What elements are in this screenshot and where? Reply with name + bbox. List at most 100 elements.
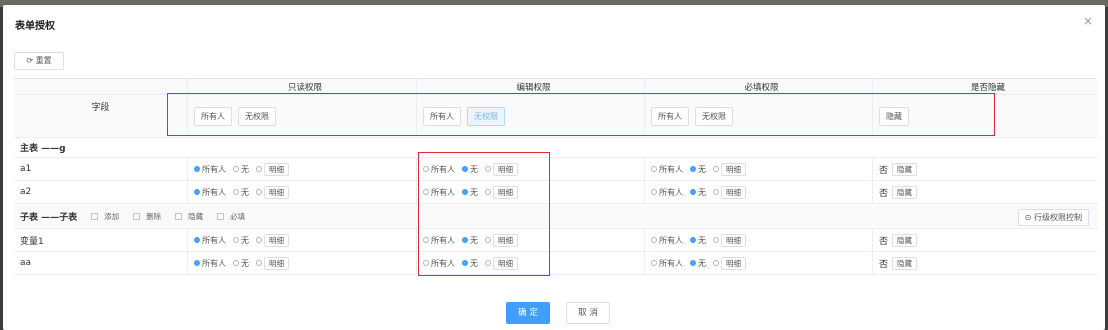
required-radio-all[interactable]: 所有人 xyxy=(651,187,683,198)
readonly-radio-all[interactable]: 所有人 xyxy=(194,187,226,198)
edit-radio-detail[interactable]: 明细 xyxy=(485,162,518,176)
readonly-none-button[interactable]: 无权限 xyxy=(238,106,276,126)
dialog-title: 表单授权 xyxy=(15,21,55,32)
required-radio-none[interactable]: 无 xyxy=(690,164,706,175)
radio-icon xyxy=(651,260,657,266)
sub-hidden-checkbox[interactable]: 隐藏 xyxy=(175,211,203,222)
radio-icon xyxy=(194,189,200,195)
edit-radio-detail[interactable]: 明细 xyxy=(485,185,518,199)
radio-label: 无 xyxy=(698,164,706,174)
hidden-all-button[interactable]: 隐藏 xyxy=(879,106,909,126)
readonly-radio-none[interactable]: 无 xyxy=(233,164,249,175)
readonly-radio-detail[interactable]: 明细 xyxy=(256,233,289,247)
sub-group-cell: 子表 ——子表 添加 删除 隐藏 必填 ⊙ 行级权限控制 xyxy=(14,204,1097,228)
hide-button[interactable]: 隐藏 xyxy=(892,233,918,247)
row-permission-button[interactable]: ⊙ 行级权限控制 xyxy=(1017,209,1089,226)
detail-button[interactable]: 明细 xyxy=(264,256,289,270)
detail-button[interactable]: 明细 xyxy=(264,185,289,199)
edit-radio-all[interactable]: 所有人 xyxy=(423,187,455,198)
edit-radio-detail[interactable]: 明细 xyxy=(485,233,518,247)
required-radio-detail[interactable]: 明细 xyxy=(713,162,746,176)
detail-button[interactable]: 明细 xyxy=(493,185,518,199)
field-name: 变量1 xyxy=(20,236,44,247)
sub-required-checkbox[interactable]: 必填 xyxy=(217,211,245,222)
hide-button[interactable]: 隐藏 xyxy=(892,256,918,270)
required-radio-none[interactable]: 无 xyxy=(690,258,706,269)
edit-radio-none[interactable]: 无 xyxy=(462,164,478,175)
radio-label: 所有人 xyxy=(202,235,226,245)
edit-radio-all[interactable]: 所有人 xyxy=(423,235,455,246)
required-all-button[interactable]: 所有人 xyxy=(651,106,689,126)
hide-button[interactable]: 隐藏 xyxy=(892,162,918,176)
sub-add-checkbox[interactable]: 添加 xyxy=(91,211,119,222)
detail-button[interactable]: 明细 xyxy=(721,233,746,247)
column-header-readonly: 只读权限 xyxy=(287,82,322,93)
form-authorization-dialog: 表单授权 × ⟳ 重置 只读权限 编辑权限 必填权限 是否隐藏 字段 所有人 无… xyxy=(3,5,1105,330)
required-radio-none[interactable]: 无 xyxy=(690,187,706,198)
edit-radio-none[interactable]: 无 xyxy=(462,258,478,269)
sub-group-label: 子表 ——子表 xyxy=(20,212,78,223)
sub-delete-checkbox[interactable]: 删除 xyxy=(133,211,161,222)
readonly-radio-all[interactable]: 所有人 xyxy=(194,164,226,175)
hidden-cell: 否 隐藏 xyxy=(872,158,1097,180)
radio-icon xyxy=(423,166,429,172)
required-radio-all[interactable]: 所有人 xyxy=(651,258,683,269)
radio-icon xyxy=(485,189,491,195)
column-header-hidden: 是否隐藏 xyxy=(970,82,1005,93)
detail-button[interactable]: 明细 xyxy=(493,162,518,176)
radio-icon xyxy=(651,166,657,172)
required-radio-detail[interactable]: 明细 xyxy=(713,185,746,199)
required-none-button[interactable]: 无权限 xyxy=(695,106,733,126)
required-radio-none[interactable]: 无 xyxy=(690,235,706,246)
readonly-radio-none[interactable]: 无 xyxy=(233,258,249,269)
hide-button[interactable]: 隐藏 xyxy=(892,185,918,199)
permission-table: 只读权限 编辑权限 必填权限 是否隐藏 字段 所有人 无权限 所有人 无权限 所… xyxy=(14,78,1097,275)
readonly-radio-detail[interactable]: 明细 xyxy=(256,256,289,270)
header-required-cell: 必填权限 xyxy=(644,79,872,94)
readonly-all-button[interactable]: 所有人 xyxy=(194,106,232,126)
readonly-radio-detail[interactable]: 明细 xyxy=(256,185,289,199)
close-icon[interactable]: × xyxy=(1083,14,1093,28)
checkbox-icon xyxy=(91,212,99,220)
radio-icon xyxy=(690,166,696,172)
radio-icon xyxy=(233,166,239,172)
edit-radio-all[interactable]: 所有人 xyxy=(423,164,455,175)
edit-radio-none[interactable]: 无 xyxy=(462,187,478,198)
readonly-radio-all[interactable]: 所有人 xyxy=(194,258,226,269)
required-radio-all[interactable]: 所有人 xyxy=(651,164,683,175)
header-edit-cell: 编辑权限 xyxy=(416,79,644,94)
checkbox-icon xyxy=(217,212,225,220)
radio-icon xyxy=(651,237,657,243)
required-radio-all[interactable]: 所有人 xyxy=(651,235,683,246)
readonly-radio-none[interactable]: 无 xyxy=(233,187,249,198)
radio-icon xyxy=(256,189,262,195)
edit-radio-detail[interactable]: 明细 xyxy=(485,256,518,270)
radio-icon xyxy=(690,189,696,195)
edit-radio-none[interactable]: 无 xyxy=(462,235,478,246)
detail-button[interactable]: 明细 xyxy=(721,162,746,176)
sub-hidden-label: 隐藏 xyxy=(188,211,204,221)
readonly-radio-none[interactable]: 无 xyxy=(233,235,249,246)
detail-button[interactable]: 明细 xyxy=(721,256,746,270)
cancel-button[interactable]: 取 消 xyxy=(566,302,610,324)
radio-icon xyxy=(485,166,491,172)
detail-button[interactable]: 明细 xyxy=(493,233,518,247)
main-group-row: 主表 ——g xyxy=(14,138,1097,158)
radio-icon xyxy=(713,189,719,195)
required-radio-detail[interactable]: 明细 xyxy=(713,233,746,247)
detail-button[interactable]: 明细 xyxy=(264,162,289,176)
detail-button[interactable]: 明细 xyxy=(264,233,289,247)
hidden-cell: 否 隐藏 xyxy=(872,181,1097,203)
edit-radio-all[interactable]: 所有人 xyxy=(423,258,455,269)
main-rows: a1 所有人无明细 所有人无明细 所有人无明细 否 隐藏 a2 所有人无明细 所… xyxy=(14,158,1097,204)
edit-all-button[interactable]: 所有人 xyxy=(423,106,461,126)
detail-button[interactable]: 明细 xyxy=(721,185,746,199)
detail-button[interactable]: 明细 xyxy=(493,256,518,270)
readonly-radio-detail[interactable]: 明细 xyxy=(256,162,289,176)
readonly-radio-all[interactable]: 所有人 xyxy=(194,235,226,246)
edit-none-button[interactable]: 无权限 xyxy=(467,106,505,126)
reset-button[interactable]: ⟳ 重置 xyxy=(14,52,64,70)
field-name-cell: 变量1 xyxy=(14,229,187,251)
confirm-button[interactable]: 确 定 xyxy=(506,302,550,324)
required-radio-detail[interactable]: 明细 xyxy=(713,256,746,270)
